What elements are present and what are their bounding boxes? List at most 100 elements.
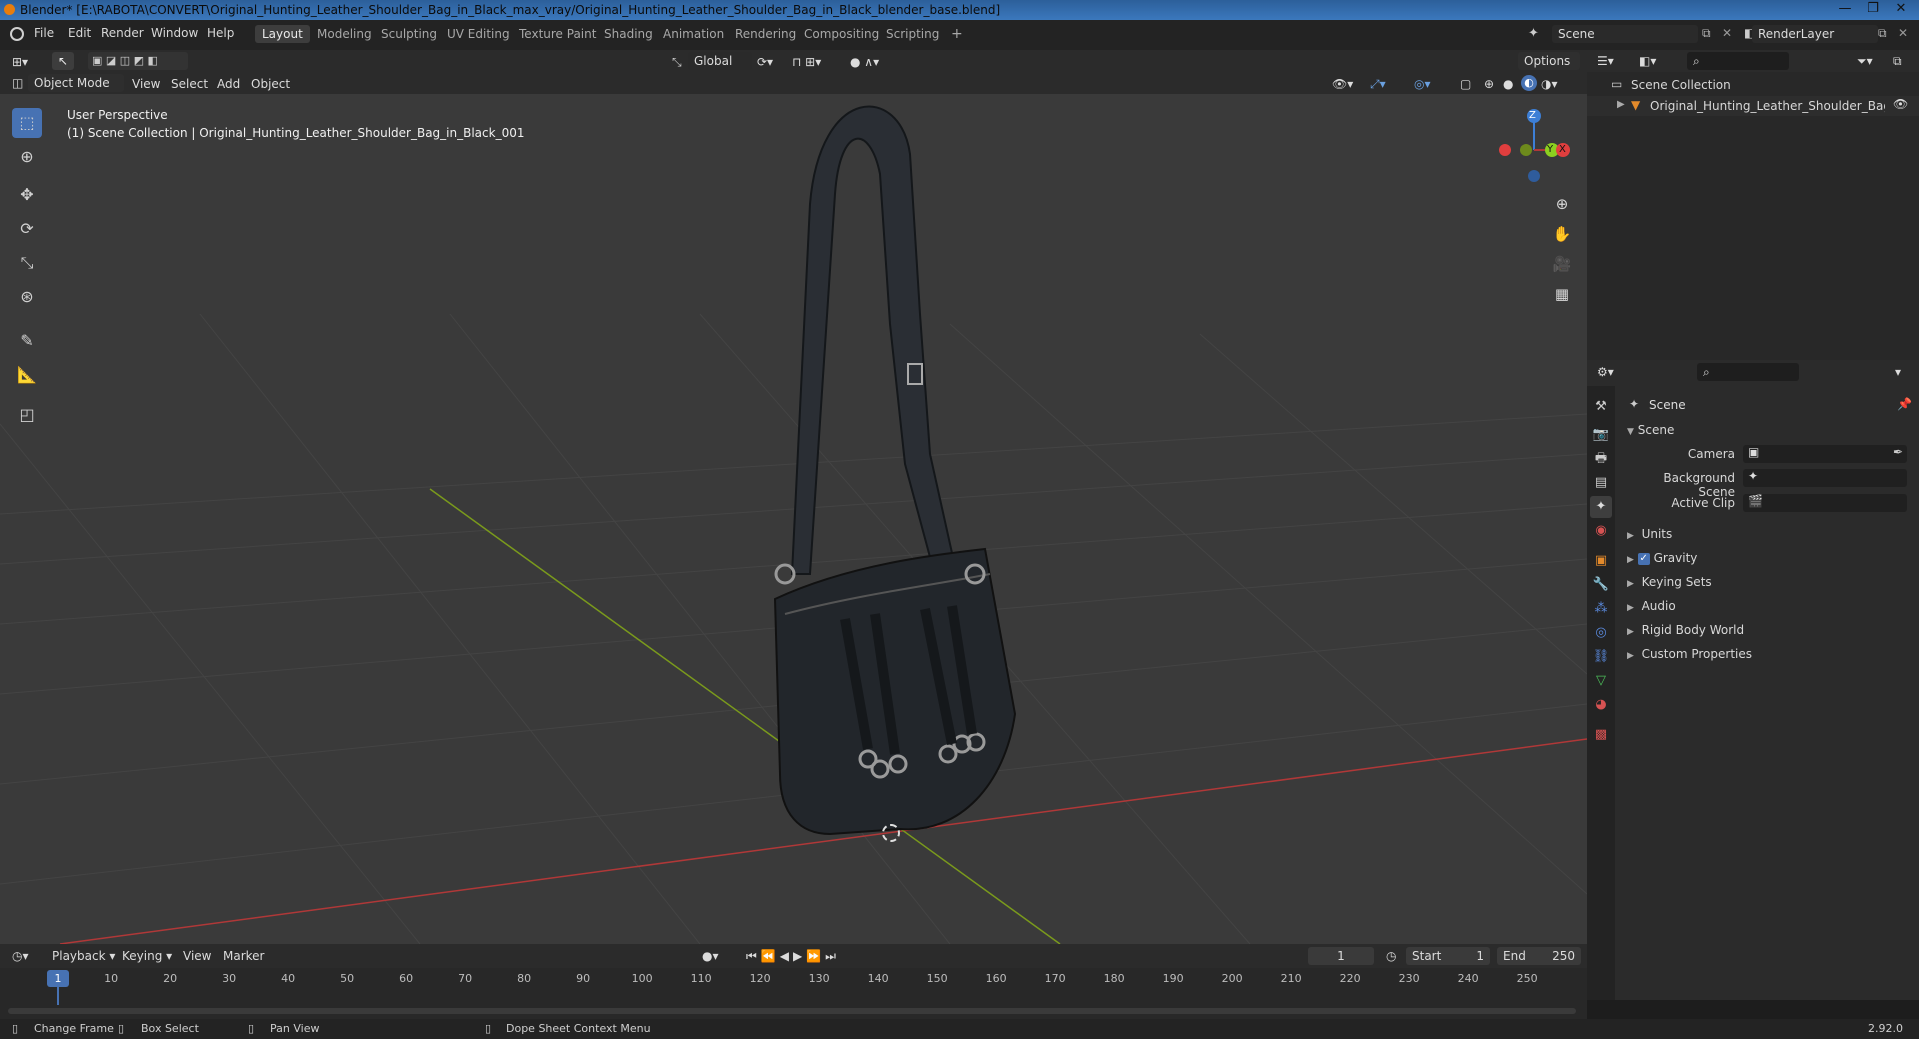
editor-type-icon[interactable]: ⊞▾ xyxy=(12,52,28,72)
data-icon[interactable]: ▽ xyxy=(1590,670,1612,692)
menu-select[interactable]: Select xyxy=(171,74,208,94)
new-renderlayer-icon[interactable]: ⧉ xyxy=(1878,26,1887,41)
measure-icon[interactable]: 📐 xyxy=(12,360,42,390)
frame-ruler[interactable]: 1 10 20 30 40 50 60 70 80 90 100 110 120 130 140 150 160… xyxy=(0,970,1587,990)
rigid-body-world-panel-header[interactable]: ▶ Rigid Body World xyxy=(1627,623,1744,637)
timeline-view-menu[interactable]: View xyxy=(183,946,211,966)
maximize-button[interactable]: ❐ xyxy=(1860,0,1886,18)
menu-window[interactable]: Window xyxy=(151,26,198,40)
annotate-icon[interactable]: ✎ xyxy=(12,326,42,356)
gizmo-toggle-icon[interactable]: ⤢▾ xyxy=(1370,74,1386,94)
snap-icon[interactable]: ⊓ ⊞▾ xyxy=(792,52,821,72)
preview-range-icon[interactable]: ◷ xyxy=(1386,946,1396,966)
pan-hand-icon[interactable]: ✋ xyxy=(1550,222,1574,246)
tool-icon[interactable]: ⚒ xyxy=(1590,396,1612,418)
particles-icon[interactable]: ⁂ xyxy=(1590,598,1612,620)
gravity-panel-header[interactable]: ▶ ✓ Gravity xyxy=(1627,551,1697,565)
visibility-icon[interactable]: 👁▾ xyxy=(1332,74,1353,94)
timeline-editor-type-icon[interactable]: ◷▾ xyxy=(12,946,29,966)
expand-arrow-icon[interactable]: ▶ xyxy=(1617,99,1625,110)
transform-icon[interactable]: ⊛ xyxy=(12,282,42,312)
scene-panel-header[interactable]: ▼ Scene xyxy=(1627,423,1674,437)
audio-panel-header[interactable]: ▶ Audio xyxy=(1627,599,1676,613)
tab-sculpting[interactable]: Sculpting xyxy=(374,25,444,43)
xray-icon[interactable]: ▢ xyxy=(1460,74,1471,94)
keying-menu[interactable]: Keying ▾ xyxy=(122,946,172,966)
delete-scene-icon[interactable]: ✕ xyxy=(1722,26,1732,40)
filter-icon[interactable]: ⏷▾ xyxy=(1857,51,1873,71)
perspective-toggle-icon[interactable]: ▦ xyxy=(1550,282,1574,306)
start-frame-field[interactable]: Start 1 xyxy=(1406,947,1490,965)
minimize-button[interactable]: — xyxy=(1832,0,1858,18)
material-shading-icon[interactable]: ◐ xyxy=(1521,75,1537,91)
custom-properties-panel-header[interactable]: ▶ Custom Properties xyxy=(1627,647,1752,661)
outliner-search-input[interactable]: ⌕ xyxy=(1687,52,1789,70)
bag-model[interactable] xyxy=(740,94,1060,854)
scene-selector[interactable]: Scene xyxy=(1552,25,1698,43)
wireframe-shading-icon[interactable]: ⊕ xyxy=(1484,74,1494,94)
object-icon[interactable]: ▣ xyxy=(1590,550,1612,572)
tab-modeling[interactable]: Modeling xyxy=(310,25,379,43)
output-icon[interactable]: 🖶 xyxy=(1590,448,1612,470)
properties-editor-type-icon[interactable]: ⚙▾ xyxy=(1597,362,1614,382)
gravity-checkbox[interactable]: ✓ xyxy=(1637,552,1650,565)
menu-view[interactable]: View xyxy=(132,74,160,94)
playback-controls[interactable]: ⏮⏪◀▶⏩⏭ xyxy=(746,946,840,966)
properties-search-input[interactable]: ⌕ xyxy=(1697,363,1799,381)
camera-view-icon[interactable]: 🎥 xyxy=(1550,252,1574,276)
material-icon[interactable]: ◕ xyxy=(1590,694,1612,716)
selection-mode-group[interactable]: ▣ ◪ ◫ ◩ ◧ xyxy=(88,52,188,70)
display-mode-icon[interactable]: ◧▾ xyxy=(1639,51,1656,71)
camera-field[interactable]: ▣ ✒ xyxy=(1743,445,1907,463)
visibility-eye-icon[interactable]: 👁 xyxy=(1893,97,1908,111)
constraints-icon[interactable]: ⛓ xyxy=(1590,646,1612,668)
new-collection-icon[interactable]: ⧉ xyxy=(1893,51,1902,71)
outliner-item-label[interactable]: Original_Hunting_Leather_Shoulder_Bag_in… xyxy=(1650,99,1885,113)
modifier-icon[interactable]: 🔧 xyxy=(1590,574,1612,596)
playback-menu[interactable]: Playback ▾ xyxy=(52,946,115,966)
properties-options-icon[interactable]: ▾ xyxy=(1895,362,1901,382)
options-dropdown[interactable]: Options xyxy=(1518,52,1580,70)
menu-object[interactable]: Object xyxy=(251,74,290,94)
pivot-point-icon[interactable]: ⟳▾ xyxy=(757,52,773,72)
tab-compositing[interactable]: Compositing xyxy=(797,25,886,43)
texture-icon[interactable]: ▩ xyxy=(1590,724,1612,746)
move-icon[interactable]: ✥ xyxy=(12,180,42,210)
scale-icon[interactable]: ⤡ xyxy=(12,248,42,278)
menu-add[interactable]: Add xyxy=(217,74,240,94)
delete-renderlayer-icon[interactable]: ✕ xyxy=(1898,26,1908,40)
overlay-toggle-icon[interactable]: ◎▾ xyxy=(1414,74,1431,94)
select-mode-icon[interactable]: ↖ xyxy=(52,52,74,70)
pin-icon[interactable]: 📌 xyxy=(1897,397,1912,411)
current-frame-field[interactable]: 1 xyxy=(1308,947,1374,965)
view-layer-icon[interactable]: ▤ xyxy=(1590,472,1612,494)
solid-shading-icon[interactable]: ● xyxy=(1503,74,1513,94)
tab-animation[interactable]: Animation xyxy=(656,25,731,43)
tab-layout[interactable]: Layout xyxy=(255,25,310,43)
rotate-icon[interactable]: ⟳ xyxy=(12,214,42,244)
keying-sets-panel-header[interactable]: ▶ Keying Sets xyxy=(1627,575,1712,589)
background-scene-field[interactable]: ✦ xyxy=(1743,469,1907,487)
3d-viewport[interactable]: User Perspective (1) Scene Collection | … xyxy=(0,94,1587,944)
blender-menu-icon[interactable] xyxy=(10,27,24,41)
close-button[interactable]: ✕ xyxy=(1888,0,1914,18)
menu-file[interactable]: File xyxy=(34,26,54,40)
proportional-edit-icon[interactable]: ● ∧▾ xyxy=(850,52,879,72)
menu-render[interactable]: Render xyxy=(101,26,144,40)
scene-icon[interactable]: ✦ xyxy=(1590,496,1612,518)
zoom-icon[interactable]: ⊕ xyxy=(1550,192,1574,216)
renderlayer-selector[interactable]: RenderLayer xyxy=(1752,25,1878,43)
tab-texture-paint[interactable]: Texture Paint xyxy=(512,25,603,43)
mode-dropdown[interactable]: Object Mode xyxy=(28,74,124,92)
units-panel-header[interactable]: ▶ Units xyxy=(1627,527,1672,541)
add-cube-icon[interactable]: ◰ xyxy=(12,400,42,430)
menu-help[interactable]: Help xyxy=(207,26,234,40)
render-icon[interactable]: 📷 xyxy=(1590,424,1612,446)
transform-orientation-dropdown[interactable]: Global xyxy=(688,52,752,70)
tab-scripting[interactable]: Scripting xyxy=(879,25,946,43)
end-frame-field[interactable]: End 250 xyxy=(1497,947,1581,965)
rendered-shading-icon[interactable]: ◑▾ xyxy=(1541,74,1558,94)
record-icon[interactable]: ●▾ xyxy=(702,946,719,966)
tab-uv-editing[interactable]: UV Editing xyxy=(440,25,517,43)
marker-menu[interactable]: Marker xyxy=(223,946,264,966)
